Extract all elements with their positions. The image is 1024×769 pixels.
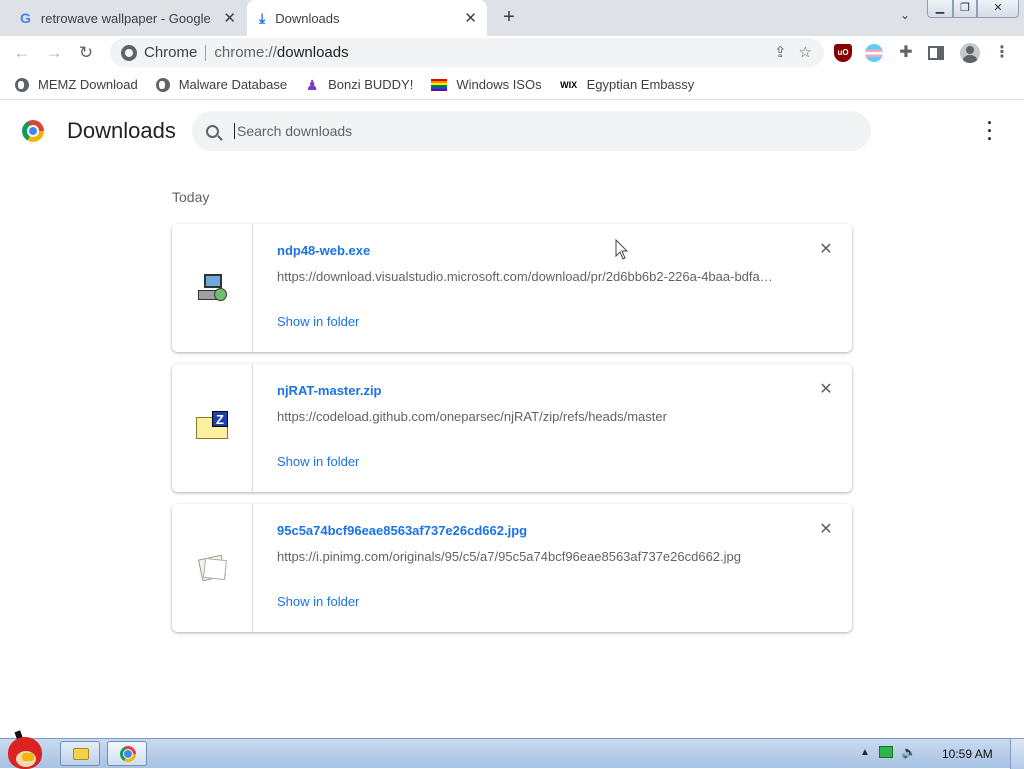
chrome-logo-icon <box>120 746 136 762</box>
new-tab-button[interactable]: + <box>497 6 521 30</box>
window-controls: ▁ ❐ ✕ <box>927 0 1019 18</box>
google-g-icon: G <box>20 10 31 26</box>
show-in-folder-link[interactable]: Show in folder <box>277 454 359 469</box>
omnibox-divider <box>205 44 207 61</box>
bookmark-egyptian-embassy[interactable]: WIX Egyptian Embassy <box>560 77 695 92</box>
network-icon[interactable] <box>878 746 893 758</box>
close-window-button[interactable]: ✕ <box>977 0 1019 18</box>
address-bar[interactable]: Chrome chrome://downloads ⇪ ☆ <box>110 38 824 67</box>
show-in-folder-link[interactable]: Show in folder <box>277 594 359 609</box>
search-input[interactable] <box>234 123 834 139</box>
chrome-logo-icon <box>22 120 44 142</box>
start-button-angry-bird-icon[interactable] <box>2 730 48 769</box>
bookmark-star-icon[interactable]: ☆ <box>799 43 812 61</box>
date-heading: Today <box>172 189 210 205</box>
file-source-url[interactable]: https://i.pinimg.com/originals/95/c5/a7/… <box>277 549 777 564</box>
download-item: 95c5a74bcf96eae8563af737e26cd662.jpg htt… <box>172 504 852 632</box>
tab-google-search[interactable]: G retrowave wallpaper - Google ✕ <box>8 0 246 36</box>
taskbar-clock[interactable]: 10:59 AM <box>942 747 993 761</box>
show-hidden-icons-icon[interactable]: ▲ <box>860 747 870 758</box>
file-icon-column: Z <box>172 364 253 492</box>
file-source-url[interactable]: https://codeload.github.com/oneparsec/nj… <box>277 409 777 424</box>
bonzi-icon: ♟ <box>305 76 319 93</box>
side-panel-icon[interactable] <box>928 46 944 60</box>
bookmark-label: Bonzi BUDDY! <box>328 77 414 92</box>
minimize-button[interactable]: ▁ <box>927 0 953 18</box>
site-label: Chrome <box>144 44 198 61</box>
tab-strip: G retrowave wallpaper - Google ✕ ⤓ Downl… <box>0 0 1024 36</box>
file-name-link[interactable]: njRAT-master.zip <box>277 383 382 398</box>
more-actions-icon[interactable]: · · · <box>980 114 1000 148</box>
remove-from-list-icon[interactable]: ✕ <box>817 521 835 539</box>
bookmarks-bar: MEMZ Download Malware Database ♟ Bonzi B… <box>0 70 1024 100</box>
bookmark-label: Windows ISOs <box>456 77 542 92</box>
file-icon-column <box>172 224 253 352</box>
download-item: Z njRAT-master.zip https://codeload.gith… <box>172 364 852 492</box>
bookmark-bonzi-buddy[interactable]: ♟ Bonzi BUDDY! <box>305 76 414 93</box>
forward-arrow-icon[interactable]: → <box>43 42 65 64</box>
taskbar-chrome[interactable] <box>107 741 147 766</box>
back-arrow-icon[interactable]: ← <box>11 42 33 64</box>
ublock-origin-icon[interactable]: uO <box>834 44 852 62</box>
globe-icon <box>155 77 170 92</box>
tab-title: Downloads <box>275 10 340 26</box>
trans-flag-extension-icon[interactable] <box>865 44 883 62</box>
wix-icon: WIX <box>560 79 578 90</box>
tab-search-chevron-icon[interactable]: ⌄ <box>894 8 916 28</box>
file-source-url[interactable]: https://download.visualstudio.microsoft.… <box>277 269 777 284</box>
bookmark-windows-isos[interactable]: Windows ISOs <box>431 77 542 92</box>
reload-icon[interactable]: ↻ <box>75 42 97 64</box>
globe-icon <box>15 77 29 92</box>
bookmark-label: MEMZ Download <box>38 77 138 92</box>
folder-icon <box>73 748 89 760</box>
system-tray: ▲ 🔈 <box>860 745 917 759</box>
image-file-icon <box>196 553 228 583</box>
extensions-puzzle-icon[interactable]: ✚ <box>897 44 915 62</box>
omnibox-actions: ⇪ ☆ <box>774 43 812 61</box>
bookmark-label: Malware Database <box>178 77 288 92</box>
mouse-cursor-icon <box>615 239 629 260</box>
tab-title: retrowave wallpaper - Google <box>40 10 211 26</box>
downloads-header: Downloads ··· <box>0 101 1024 161</box>
browser-toolbar: ← → ↻ Chrome chrome://downloads ⇪ ☆ uO ✚… <box>0 36 1024 70</box>
search-downloads-box[interactable] <box>192 111 871 151</box>
page-title: Downloads <box>67 118 176 143</box>
rainbow-flag-icon <box>431 78 448 91</box>
chrome-site-icon[interactable] <box>121 44 137 61</box>
file-name-link[interactable]: 95c5a74bcf96eae8563af737e26cd662.jpg <box>277 523 527 538</box>
profile-avatar-icon[interactable] <box>960 43 980 63</box>
tab-downloads[interactable]: ⤓ Downloads ✕ <box>247 0 487 36</box>
restore-button[interactable]: ❐ <box>953 0 977 18</box>
zip-archive-icon: Z <box>196 411 228 441</box>
download-arrow-icon: ⤓ <box>259 9 266 26</box>
file-name-link[interactable]: ndp48-web.exe <box>277 243 370 258</box>
bookmark-memz-download[interactable]: MEMZ Download <box>15 77 138 92</box>
bookmark-label: Egyptian Embassy <box>586 77 695 92</box>
taskbar-file-explorer[interactable] <box>60 741 100 766</box>
close-tab-icon[interactable]: ✕ <box>464 9 477 27</box>
bookmark-malware-database[interactable]: Malware Database <box>155 77 288 92</box>
taskbar: ▲ 🔈 10:59 AM <box>0 730 1024 769</box>
share-icon[interactable]: ⇪ <box>774 43 787 61</box>
download-item: ndp48-web.exe https://download.visualstu… <box>172 224 852 352</box>
show-desktop-button[interactable] <box>1010 739 1024 769</box>
url-text[interactable]: chrome://downloads <box>214 44 348 61</box>
search-icon <box>206 124 219 138</box>
close-tab-icon[interactable]: ✕ <box>223 9 236 27</box>
remove-from-list-icon[interactable]: ✕ <box>817 381 835 399</box>
volume-icon[interactable]: 🔈 <box>902 745 917 759</box>
installer-exe-icon <box>196 272 228 304</box>
remove-from-list-icon[interactable]: ✕ <box>817 241 835 259</box>
chrome-menu-icon[interactable]: ⋮ <box>993 44 1011 62</box>
show-in-folder-link[interactable]: Show in folder <box>277 314 359 329</box>
file-icon-column <box>172 504 253 632</box>
